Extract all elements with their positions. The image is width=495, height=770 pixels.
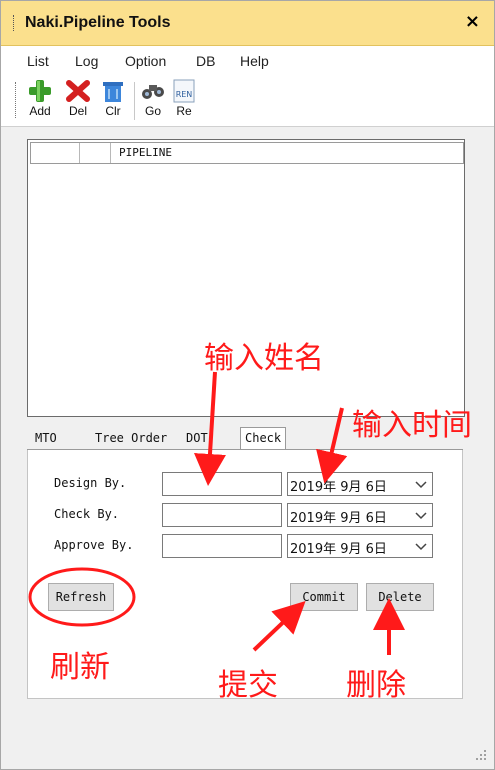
check-by-input[interactable] xyxy=(162,503,282,527)
approve-date-value: 2019年 9月 6日 xyxy=(290,542,387,557)
title-grip-icon[interactable] xyxy=(13,15,17,31)
tab-tree-order[interactable]: Tree Order xyxy=(95,431,167,449)
go-label: Go xyxy=(144,104,161,118)
clr-label: Clr xyxy=(105,104,121,118)
design-date-picker[interactable]: 2019年 9月 6日 xyxy=(287,472,433,496)
add-button[interactable]: Add xyxy=(25,79,55,123)
plus-icon xyxy=(29,80,51,102)
annotation-enter-time: 输入时间 xyxy=(352,408,472,443)
menu-help[interactable]: Help xyxy=(240,53,269,69)
del-label: Del xyxy=(68,104,87,118)
add-label: Add xyxy=(29,104,51,118)
menu-list[interactable]: List xyxy=(27,53,49,69)
re-label: Re xyxy=(176,104,192,118)
resize-grip-icon[interactable] xyxy=(474,748,488,762)
window-title: Naki.Pipeline Tools xyxy=(25,14,171,31)
chevron-down-icon xyxy=(415,481,427,489)
approve-by-label: Approve By. xyxy=(54,538,134,552)
rename-button[interactable]: REN Re xyxy=(169,79,199,123)
column-header-pipeline[interactable]: PIPELINE xyxy=(119,146,172,159)
x-icon xyxy=(66,80,90,102)
title-bar[interactable]: Naki.Pipeline Tools × xyxy=(1,1,494,46)
annotation-enter-name: 输入姓名 xyxy=(204,341,324,376)
commit-button[interactable]: Commit xyxy=(290,583,358,611)
delete-item-button[interactable]: Del xyxy=(63,79,93,123)
column-header-2[interactable] xyxy=(80,143,111,163)
annotation-submit: 提交 xyxy=(218,668,278,703)
approve-date-picker[interactable]: 2019年 9月 6日 xyxy=(287,534,433,558)
status-bar xyxy=(1,734,494,768)
check-date-value: 2019年 9月 6日 xyxy=(290,511,387,526)
check-by-label: Check By. xyxy=(54,507,120,521)
delete-button[interactable]: Delete xyxy=(366,583,434,611)
design-by-label: Design By. xyxy=(54,476,127,490)
toolbar-grip-icon[interactable] xyxy=(15,82,18,118)
binoculars-icon xyxy=(142,85,164,99)
menu-log[interactable]: Log xyxy=(75,53,98,69)
design-by-input[interactable] xyxy=(162,472,282,496)
annotation-delete: 删除 xyxy=(346,668,406,703)
bin-icon xyxy=(103,82,123,102)
close-icon[interactable]: × xyxy=(465,11,480,32)
menu-db[interactable]: DB xyxy=(196,53,215,69)
column-header-1[interactable] xyxy=(31,143,80,163)
toolbar: Add Del Clr Go REN Re xyxy=(1,74,494,127)
approve-by-input[interactable] xyxy=(162,534,282,558)
toolbar-separator xyxy=(134,82,135,120)
clear-button[interactable]: Clr xyxy=(98,79,128,123)
chevron-down-icon xyxy=(415,543,427,551)
tab-mto[interactable]: MTO xyxy=(35,431,57,449)
annotation-refresh: 刷新 xyxy=(50,650,110,685)
check-date-picker[interactable]: 2019年 9月 6日 xyxy=(287,503,433,527)
ren-icon: REN xyxy=(173,79,195,103)
tab-check[interactable]: Check xyxy=(240,427,287,450)
menu-bar: List Log Option DB Help xyxy=(1,46,494,74)
go-button[interactable]: Go xyxy=(138,79,168,123)
tab-dot[interactable]: DOT xyxy=(186,431,208,449)
menu-option[interactable]: Option xyxy=(125,53,166,69)
refresh-button[interactable]: Refresh xyxy=(48,583,114,611)
list-header: PIPELINE xyxy=(30,142,464,164)
chevron-down-icon xyxy=(415,512,427,520)
ren-icon-text: REN xyxy=(176,90,193,99)
design-date-value: 2019年 9月 6日 xyxy=(290,480,387,495)
